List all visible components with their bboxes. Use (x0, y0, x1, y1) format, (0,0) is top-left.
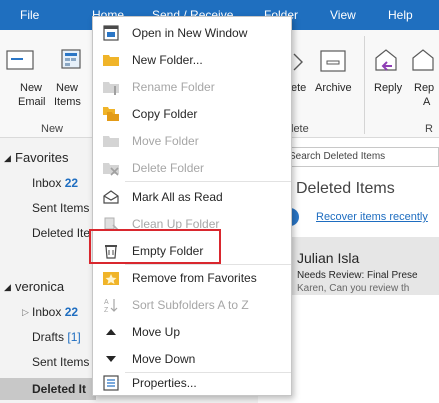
account-header[interactable]: ◢ veronica (0, 276, 96, 298)
reply-all-label-2: A (423, 96, 431, 108)
group-delete-label: lete (291, 123, 309, 135)
move-up-icon (106, 329, 116, 335)
nav-item-account-sent-items[interactable]: Sent Items (0, 351, 96, 373)
nav-item-account-deleted-items[interactable]: Deleted It (0, 378, 96, 400)
nav-item-sent-items[interactable]: Sent Items (0, 197, 96, 219)
open-window-icon (103, 25, 119, 41)
search-input[interactable]: Search Deleted Items (284, 147, 439, 167)
collapse-triangle-icon: ◢ (4, 153, 11, 163)
menu-item-properties[interactable]: Properties... (93, 370, 291, 396)
new-email-label-1: New (20, 82, 43, 94)
properties-icon (103, 375, 119, 391)
menu-item-mark-all-read[interactable]: Mark All as Read (93, 184, 291, 210)
reply-label: Reply (374, 82, 403, 94)
recover-items-link[interactable]: Recover items recently (316, 211, 428, 223)
menu-item-move-up[interactable]: Move Up (93, 319, 291, 345)
delete-button-label[interactable]: ete (291, 82, 306, 94)
message-preview: Karen, Can you review th (297, 283, 410, 294)
sort-az-icon: A Z (104, 299, 118, 314)
tab-view[interactable]: View (330, 8, 356, 22)
menu-item-rename-folder[interactable]: Rename Folder (93, 74, 291, 100)
new-folder-icon (103, 55, 119, 66)
delete-folder-icon (103, 163, 119, 176)
tab-help[interactable]: Help (388, 8, 413, 22)
menu-item-open-new-window[interactable]: Open in New Window (93, 20, 291, 46)
copy-folder-icon (103, 107, 119, 121)
group-new-label: New (41, 123, 64, 135)
message-subject: Needs Review: Final Prese (297, 270, 418, 281)
nav-item-deleted-items[interactable]: Deleted Ite (0, 222, 96, 244)
group-separator (364, 36, 365, 134)
message-sender: Julian Isla (297, 250, 360, 266)
nav-item-inbox[interactable]: Inbox 22 (0, 172, 96, 194)
remove-favorite-icon (103, 272, 119, 285)
reply-icon (375, 49, 397, 71)
svg-text:Z: Z (104, 307, 109, 314)
archive-label: Archive (315, 82, 352, 94)
menu-item-sort-subfolders[interactable]: A Z Sort Subfolders A to Z (93, 292, 291, 318)
tab-file[interactable]: File (20, 8, 39, 22)
svg-text:A: A (104, 299, 109, 306)
move-folder-icon (103, 136, 119, 147)
menu-item-move-folder[interactable]: Move Folder (93, 128, 291, 154)
menu-item-copy-folder[interactable]: Copy Folder (93, 101, 291, 127)
archive-icon (320, 50, 346, 72)
menu-separator (125, 181, 291, 182)
move-down-icon (106, 356, 116, 362)
menu-item-remove-from-favorites[interactable]: Remove from Favorites (93, 265, 291, 291)
new-items-label-2: Items (54, 96, 81, 108)
nav-item-drafts[interactable]: Drafts [1] (0, 326, 96, 348)
menu-item-new-folder[interactable]: New Folder... (93, 47, 291, 73)
context-menu: Open in New Window New Folder... Rename … (92, 16, 292, 396)
new-items-label-1: New (56, 82, 79, 94)
collapse-triangle-icon: ◢ (4, 282, 11, 292)
favorites-header[interactable]: ◢ Favorites (0, 147, 96, 169)
reply-all-icon (412, 49, 434, 71)
menu-item-delete-folder[interactable]: Delete Folder (93, 155, 291, 181)
rename-folder-icon (103, 82, 119, 95)
menu-item-move-down[interactable]: Move Down (93, 346, 291, 372)
expand-triangle-icon: ▷ (22, 307, 29, 317)
delete-partial-icon (293, 53, 303, 71)
new-email-label-2: Email (18, 96, 46, 108)
folder-pane: ◢ Favorites Inbox 22 Sent Items Deleted … (0, 138, 96, 403)
new-items-icon (61, 49, 81, 69)
reply-all-label-1: Rep (414, 82, 435, 94)
nav-item-account-inbox[interactable]: ▷ Inbox 22 (0, 301, 96, 323)
highlight-empty-folder (89, 229, 221, 264)
mark-read-icon (103, 190, 119, 204)
group-respond-label: R (425, 123, 433, 135)
new-email-icon (6, 50, 34, 70)
folder-title: Deleted Items (296, 180, 395, 197)
